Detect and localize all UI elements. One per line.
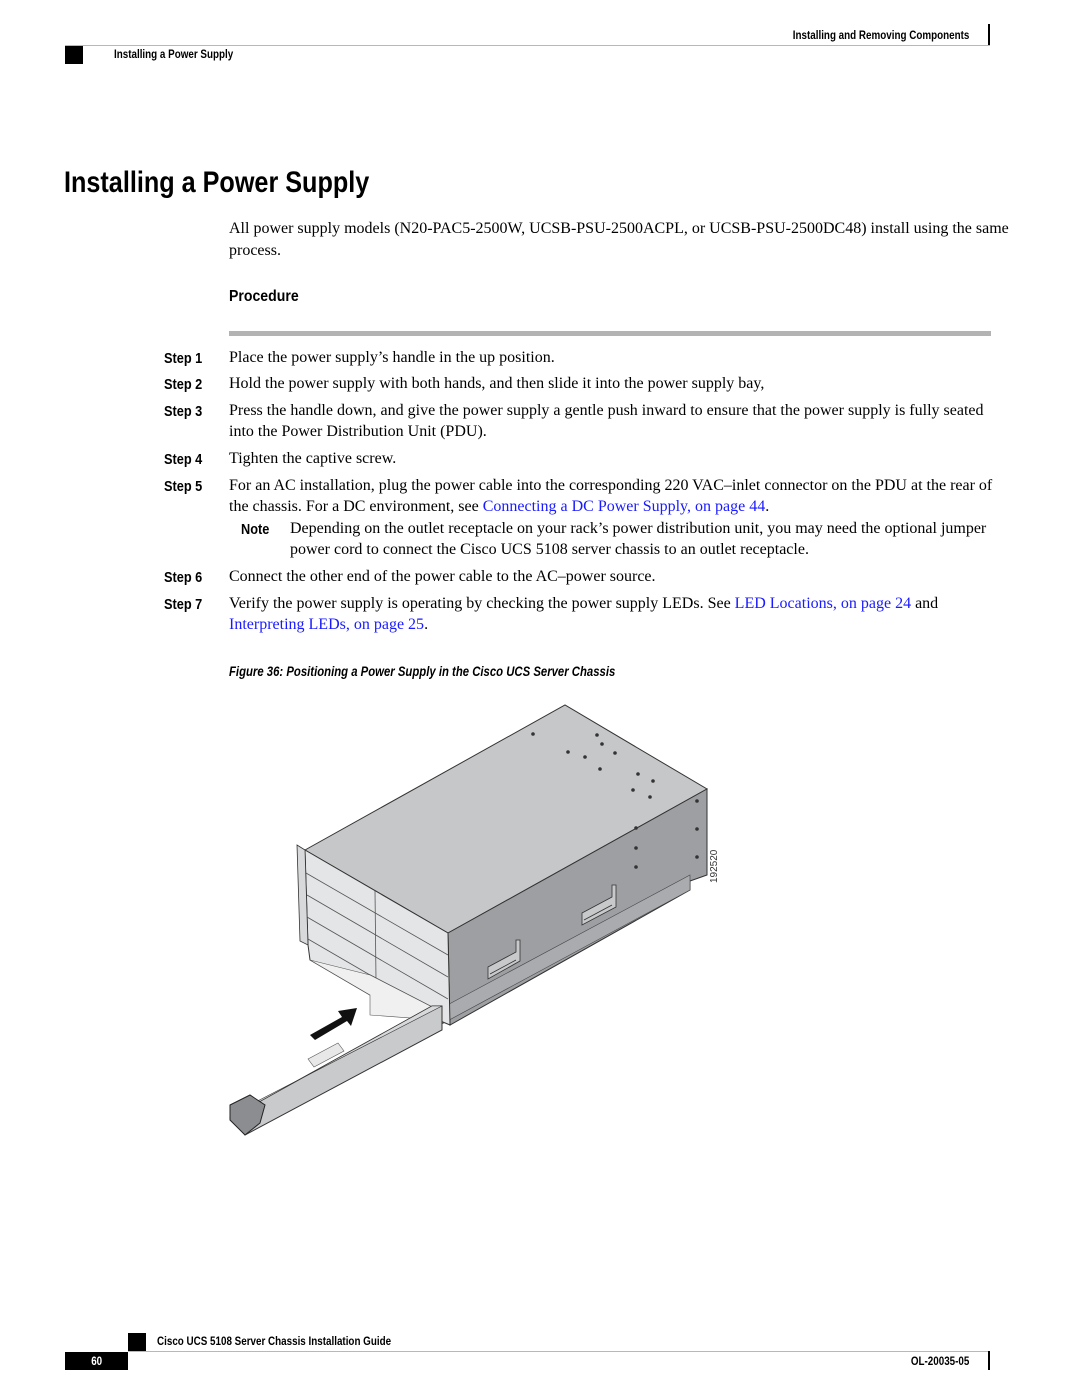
page-number: 60 — [65, 1352, 128, 1370]
step-text: Tighten the captive screw. — [229, 450, 397, 467]
step-text-body: Verify the power supply is operating by … — [229, 595, 735, 612]
link-connecting-dc-power-supply[interactable]: Connecting a DC Power Supply, on page 44 — [483, 498, 765, 515]
step-6: Step 6 Connect the other end of the powe… — [164, 566, 994, 587]
chassis-illustration: 192520 — [229, 704, 720, 1136]
figure-power-supply-chassis: 192520 — [220, 695, 740, 1145]
step-text-mid: and — [911, 595, 939, 612]
page-number-text: 60 — [91, 1354, 102, 1368]
figure-caption: Figure 36: Positioning a Power Supply in… — [229, 664, 616, 679]
page-title: Installing a Power Supply — [64, 166, 370, 199]
procedure-heading: Procedure — [229, 288, 299, 305]
footer-block — [128, 1333, 146, 1351]
step-4: Step 4 Tighten the captive screw. — [164, 448, 994, 469]
footer-bar — [988, 1351, 990, 1370]
step-2: Step 2 Hold the power supply with both h… — [164, 373, 994, 394]
step-label: Step 3 — [164, 403, 203, 420]
step-5: Step 5 For an AC installation, plug the … — [164, 475, 994, 560]
figure-id-label: 192520 — [709, 849, 720, 883]
link-led-locations[interactable]: LED Locations, on page 24 — [735, 595, 911, 612]
step-text-end: . — [424, 616, 429, 633]
insertion-arrow-icon — [310, 1008, 357, 1040]
note-text: Depending on the outlet receptacle on yo… — [290, 520, 987, 558]
link-interpreting-leds[interactable]: Interpreting LEDs, on page 25 — [229, 616, 424, 633]
psu-handle — [229, 1094, 266, 1136]
step-text: Press the handle down, and give the powe… — [229, 402, 984, 440]
step-text: Place the power supply’s handle in the u… — [229, 349, 555, 366]
document-number: OL-20035-05 — [910, 1354, 969, 1368]
step-text: Hold the power supply with both hands, a… — [229, 375, 765, 392]
step-label: Step 4 — [164, 451, 203, 468]
footer-guide-title: Cisco UCS 5108 Server Chassis Installati… — [157, 1334, 392, 1348]
step-text: For an AC installation, plug the power c… — [229, 475, 994, 517]
header-bar — [988, 24, 990, 46]
step-label: Step 1 — [164, 350, 203, 367]
step-label: Step 2 — [164, 376, 203, 393]
step-text: Connect the other end of the power cable… — [229, 568, 656, 585]
step-3: Step 3 Press the handle down, and give t… — [164, 400, 994, 442]
footer-rule — [128, 1351, 990, 1352]
running-header-chapter: Installing and Removing Components — [792, 28, 969, 42]
step-text-end: . — [765, 498, 770, 515]
note: Note Depending on the outlet receptacle … — [229, 518, 994, 560]
header-rule — [65, 45, 990, 46]
running-header-section: Installing a Power Supply — [114, 47, 234, 61]
step-label: Step 6 — [164, 569, 203, 586]
step-7: Step 7 Verify the power supply is operat… — [164, 593, 994, 635]
step-text: Verify the power supply is operating by … — [229, 593, 994, 635]
step-label: Step 5 — [164, 478, 203, 495]
header-block — [65, 46, 83, 64]
note-label: Note — [241, 521, 270, 538]
step-1: Step 1 Place the power supply’s handle i… — [164, 347, 994, 368]
step-label: Step 7 — [164, 596, 203, 613]
procedure-rule — [229, 331, 991, 336]
intro-paragraph: All power supply models (N20-PAC5-2500W,… — [229, 220, 1009, 259]
